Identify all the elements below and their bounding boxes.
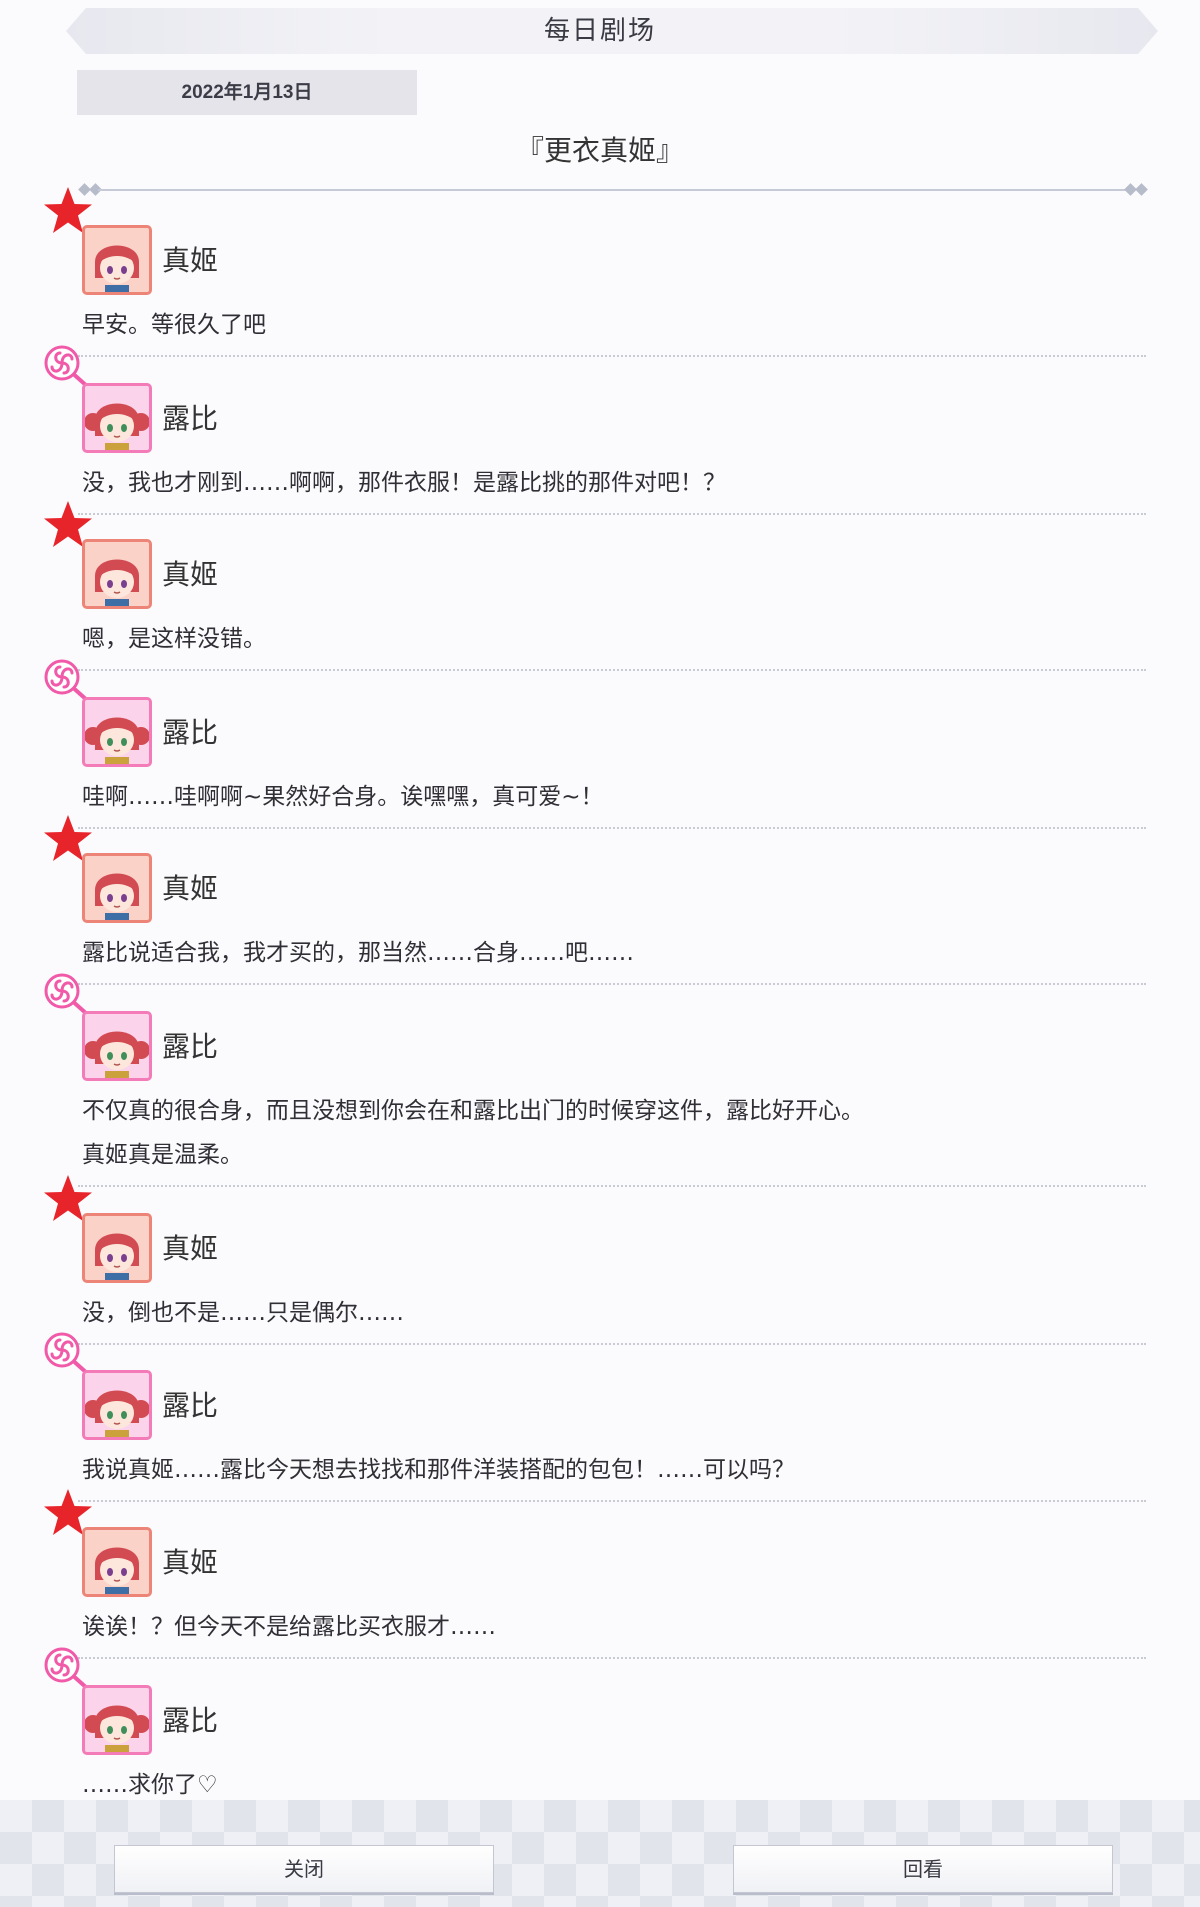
dotted-separator <box>78 669 1146 671</box>
maki-avatar <box>82 1213 152 1283</box>
maki-avatar <box>82 539 152 609</box>
dialogue-text: 露比说适合我，我才买的，那当然……合身……吧…… <box>82 940 634 966</box>
ruby-avatar <box>82 1011 152 1081</box>
story-date: 2022年1月13日 <box>77 70 417 115</box>
ruby-avatar <box>82 383 152 453</box>
dialogue-text: 没，我也才刚到……啊啊，那件衣服！是露比挑的那件对吧！？ <box>82 470 726 496</box>
dotted-separator <box>78 1343 1146 1345</box>
speaker-name: 真姬 <box>162 872 219 905</box>
speaker-name: 真姬 <box>162 1232 219 1265</box>
ruby-avatar <box>82 1685 152 1755</box>
dialogue-text: 不仅真的很合身，而且没想到你会在和露比出门的时候穿这件，露比好开心。 <box>82 1098 864 1124</box>
ruby-avatar <box>82 697 152 767</box>
dialogue-text: 早安。等很久了吧 <box>82 312 266 338</box>
speaker-name: 真姬 <box>162 244 219 277</box>
page-title: 每日剧场 <box>543 16 656 46</box>
dotted-separator <box>78 1500 1146 1502</box>
dialogue-text: 嗯，是这样没错。 <box>82 626 266 652</box>
dotted-separator <box>78 1657 1146 1659</box>
dotted-separator <box>78 355 1146 357</box>
dotted-separator <box>78 1185 1146 1187</box>
story-title: 『更衣真姬』 <box>515 134 684 167</box>
maki-avatar <box>82 225 152 295</box>
title-divider <box>78 180 1148 200</box>
speaker-name: 露比 <box>162 716 219 749</box>
dotted-separator <box>78 827 1146 829</box>
dialogue-text: 真姬真是温柔。 <box>82 1142 243 1168</box>
close-button[interactable]: 关闭 <box>114 1845 494 1893</box>
speaker-name: 真姬 <box>162 1546 219 1579</box>
replay-button[interactable]: 回看 <box>733 1845 1113 1893</box>
speaker-name: 露比 <box>162 402 219 435</box>
maki-avatar <box>82 853 152 923</box>
dialogue-text: 我说真姬……露比今天想去找找和那件洋装搭配的包包！……可以吗？ <box>82 1457 795 1483</box>
speaker-name: 露比 <box>162 1389 219 1422</box>
dotted-separator <box>78 983 1146 985</box>
speaker-name: 露比 <box>162 1704 219 1737</box>
dotted-separator <box>78 513 1146 515</box>
dialogue-text: 诶诶！？但今天不是给露比买衣服才…… <box>82 1614 496 1640</box>
speaker-name: 露比 <box>162 1030 219 1063</box>
dialogue-text: 没，倒也不是……只是偶尔…… <box>82 1300 404 1326</box>
speaker-name: 真姬 <box>162 558 219 591</box>
dialogue-text: 哇啊……哇啊啊~果然好合身。诶嘿嘿，真可爱~！ <box>82 784 604 810</box>
daily-theater-page: 每日剧场 2022年1月13日 『更衣真姬』 真姬 早安。等很久了吧 露比 没，我也才… <box>0 0 1200 1907</box>
diamond-ornament-icon <box>1135 183 1148 196</box>
maki-avatar <box>82 1527 152 1597</box>
ruby-avatar <box>82 1370 152 1440</box>
